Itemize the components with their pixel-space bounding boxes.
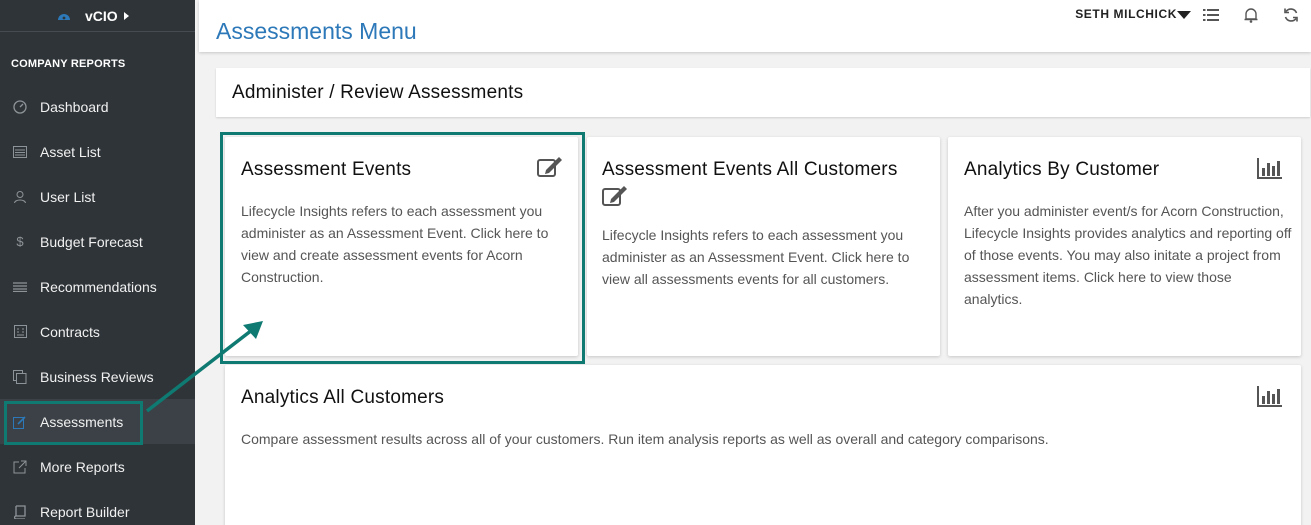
bar-chart-icon	[1257, 158, 1282, 179]
contract-icon	[12, 324, 28, 340]
sidebar-item-label: Dashboard	[40, 98, 109, 115]
sidebar-item-user-list[interactable]: User List	[0, 174, 195, 219]
user-icon	[12, 189, 28, 205]
dollar-icon: $	[16, 234, 24, 249]
caret-down-icon[interactable]	[1177, 11, 1191, 19]
card-description: Lifecycle Insights refers to each assess…	[602, 227, 910, 287]
sidebar-item-report-builder[interactable]: Report Builder	[0, 489, 195, 525]
sidebar-item-label: Report Builder	[40, 503, 130, 520]
sidebar-brand[interactable]: vCIO	[0, 0, 195, 32]
sidebar-item-business-reviews[interactable]: Business Reviews	[0, 354, 195, 399]
sidebar-item-contracts[interactable]: Contracts	[0, 309, 195, 354]
list-icon	[12, 144, 28, 160]
section-header-card: Administer / Review Assessments	[216, 68, 1310, 117]
page-title: Assessments Menu	[216, 18, 417, 44]
refresh-icon[interactable]	[1283, 7, 1299, 23]
sidebar-item-budget-forecast[interactable]: $ Budget Forecast	[0, 219, 195, 264]
sidebar-item-label: Budget Forecast	[40, 233, 143, 250]
card-analytics-all-customers[interactable]: Analytics All Customers Compare assessme…	[225, 365, 1301, 525]
sidebar-item-asset-list[interactable]: Asset List	[0, 129, 195, 174]
sidebar-item-label: Contracts	[40, 323, 100, 340]
section-title: Administer / Review Assessments	[232, 82, 524, 103]
dashboard-gauge-icon	[58, 14, 70, 20]
external-link-icon	[12, 459, 28, 475]
card-title: Assessment Events All Customers	[602, 159, 898, 180]
top-bar: Assessments Menu SETH MILCHICK	[199, 0, 1311, 52]
assessments-highlight-box	[4, 401, 143, 445]
card-analytics-by-customer[interactable]: Analytics By Customer After you administ…	[948, 137, 1301, 356]
assessment-events-highlight-box	[220, 132, 585, 364]
caret-right-icon	[123, 11, 129, 20]
sidebar-item-more-reports[interactable]: More Reports	[0, 444, 195, 489]
card-title: Analytics By Customer	[964, 159, 1160, 180]
sidebar-item-label: Recommendations	[40, 278, 157, 295]
user-menu[interactable]: SETH MILCHICK	[1075, 7, 1177, 21]
sidebar-item-recommendations[interactable]: Recommendations	[0, 264, 195, 309]
book-icon	[12, 504, 28, 520]
sidebar-item-label: More Reports	[40, 458, 125, 475]
sidebar-item-label: User List	[40, 188, 96, 205]
sidebar-item-label: Business Reviews	[40, 368, 154, 385]
card-description: After you administer event/s for Acorn C…	[964, 203, 1292, 307]
bell-icon[interactable]	[1243, 7, 1259, 23]
sidebar: vCIO COMPANY REPORTS Dashboard Asset Lis…	[0, 0, 195, 525]
brand-label: vCIO	[85, 7, 118, 24]
sidebar-item-label: Asset List	[40, 143, 101, 160]
copy-icon	[12, 369, 28, 385]
bar-chart-icon	[1257, 386, 1282, 407]
edit-icon	[602, 186, 627, 206]
card-assessment-events-all-customers[interactable]: Assessment Events All Customers Lifecycl…	[587, 137, 940, 356]
gauge-icon	[12, 99, 28, 115]
card-description: Compare assessment results across all of…	[241, 431, 1049, 447]
list-view-icon[interactable]	[1203, 7, 1219, 23]
sidebar-item-dashboard[interactable]: Dashboard	[0, 84, 195, 129]
lines-icon	[12, 279, 28, 295]
card-title: Analytics All Customers	[241, 387, 445, 408]
